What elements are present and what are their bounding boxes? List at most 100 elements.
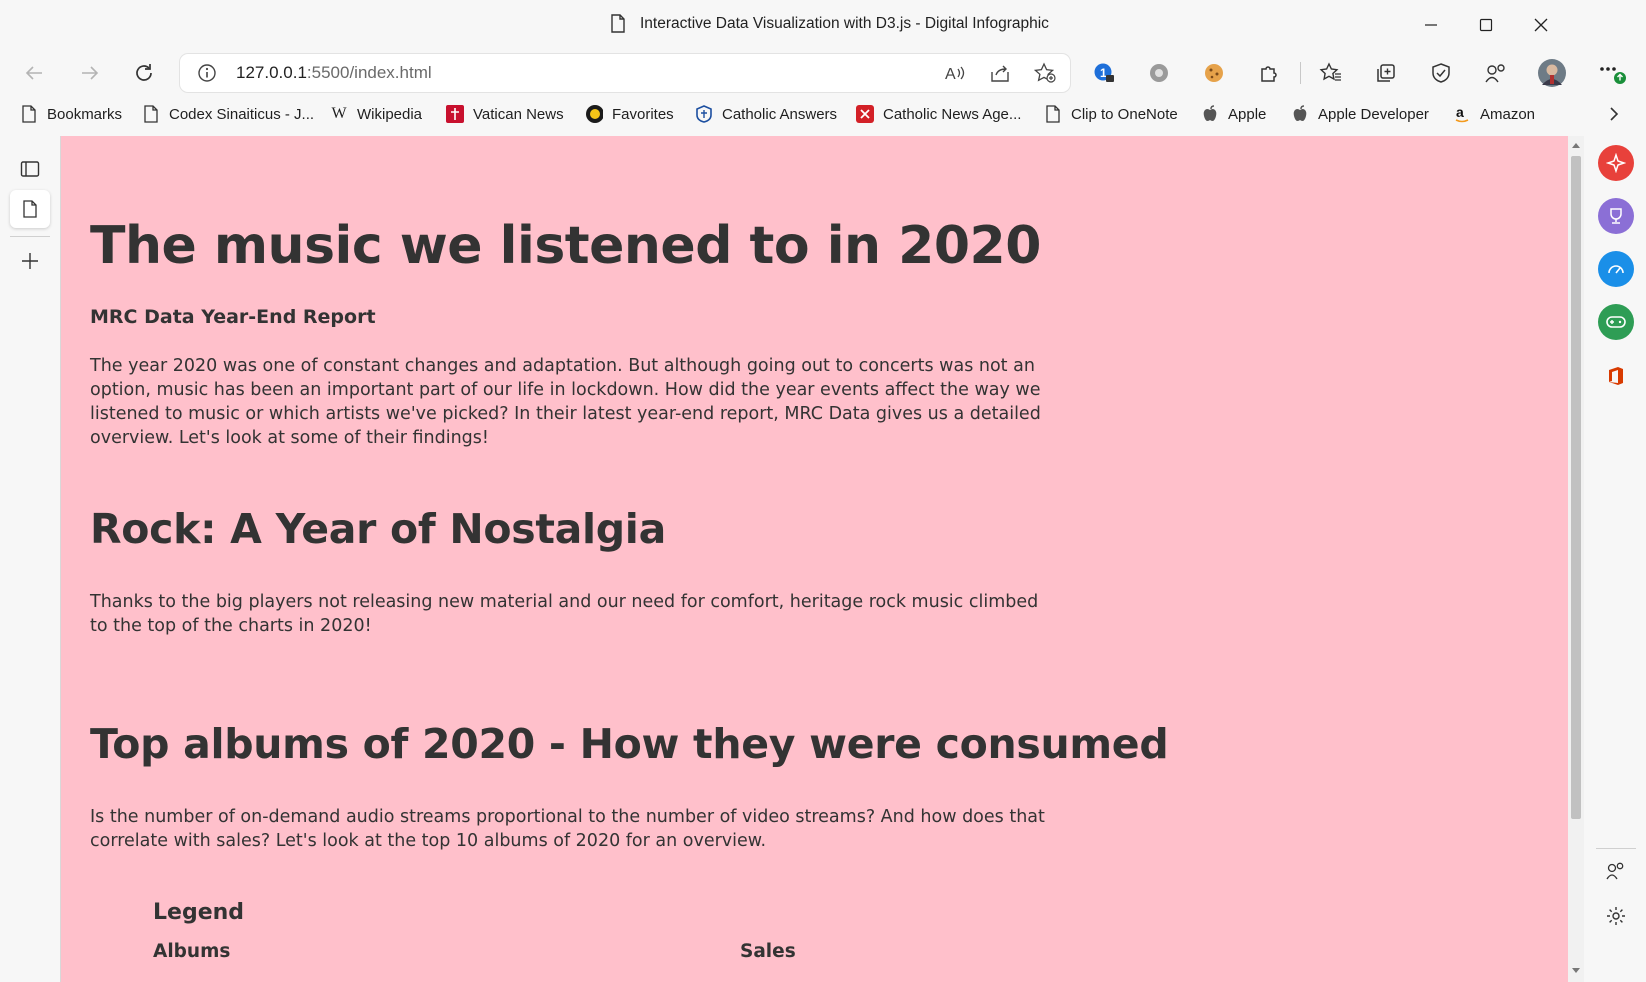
url-host: 127.0.0.1: [236, 63, 307, 82]
tab-divider: [10, 236, 50, 237]
sparkle-icon: [1606, 153, 1626, 173]
refresh-icon: [136, 64, 152, 81]
sidebar-settings-button[interactable]: [1598, 898, 1634, 934]
page-icon: [1044, 105, 1062, 123]
heart-shield-icon: [1432, 63, 1450, 83]
key-lock-icon: 1: [1094, 63, 1114, 82]
bookmark-item[interactable]: a Amazon: [1453, 101, 1535, 127]
apple-icon: [1291, 105, 1309, 123]
settings-extension-button[interactable]: [1141, 56, 1177, 90]
page-scrollbar[interactable]: [1568, 136, 1584, 982]
amazon-icon: a: [1453, 105, 1471, 123]
bookmark-label: Catholic Answers: [722, 105, 838, 123]
bookmark-item[interactable]: Apple Developer: [1291, 101, 1429, 127]
new-tab-button[interactable]: [10, 242, 50, 280]
share-button[interactable]: [985, 59, 1015, 87]
favorites-button[interactable]: [1313, 56, 1349, 90]
tab-actions-icon: [20, 161, 40, 177]
gear-extension-icon: [1150, 64, 1168, 82]
office-button[interactable]: [1598, 358, 1634, 394]
read-aloud-icon: A: [945, 66, 965, 83]
people-icon: [1606, 862, 1624, 880]
more-bookmarks-button[interactable]: [1604, 104, 1624, 124]
favorites-icon: [585, 105, 603, 123]
page-icon: [20, 105, 38, 123]
bookmark-item[interactable]: Vatican News: [446, 101, 564, 127]
more-menu-button[interactable]: [1594, 56, 1630, 90]
browser-essentials-button[interactable]: [1423, 56, 1459, 90]
forward-arrow-icon: [82, 66, 99, 80]
page-icon: [142, 105, 160, 123]
page-title: The music we listened to in 2020: [90, 216, 1041, 276]
scrollbar-thumb[interactable]: [1571, 156, 1581, 819]
bookmark-item[interactable]: Apple: [1201, 101, 1266, 127]
bookmark-label: Amazon: [1480, 105, 1536, 123]
svg-text:a: a: [1456, 105, 1464, 120]
collections-icon: [1377, 64, 1395, 82]
bookmark-label: Wikipedia: [357, 105, 423, 123]
albums-paragraph: Is the number of on-demand audio streams…: [90, 807, 1045, 851]
rewards-button[interactable]: [1598, 198, 1634, 234]
site-info-icon[interactable]: [197, 63, 217, 88]
address-bar[interactable]: 127.0.0.1:5500/index.html A: [180, 54, 1070, 92]
scroll-down-arrow[interactable]: [1571, 966, 1581, 976]
trophy-icon: [1610, 208, 1622, 224]
password-manager-button[interactable]: 1: [1086, 56, 1122, 90]
sidebar-feedback-button[interactable]: [1598, 853, 1634, 889]
close-icon: [1534, 18, 1548, 32]
copilot-button[interactable]: [1598, 145, 1634, 181]
bookmark-item[interactable]: Codex Sinaiticus - J...: [142, 101, 314, 127]
page-subtitle: MRC Data Year-End Report: [90, 306, 376, 328]
star-add-icon: [1033, 62, 1056, 83]
more-dots-icon: [1600, 67, 1626, 84]
back-arrow-icon: [25, 66, 42, 80]
albums-section-heading: Top albums of 2020 - How they were consu…: [90, 720, 1169, 768]
refresh-button[interactable]: [126, 57, 162, 89]
performance-button[interactable]: [1598, 251, 1634, 287]
minimize-button[interactable]: [1408, 10, 1454, 40]
document-icon: [611, 14, 625, 33]
bookmark-item[interactable]: W Wikipedia: [330, 101, 422, 127]
close-window-button[interactable]: [1518, 10, 1564, 40]
legend-albums-label: Albums: [153, 941, 231, 962]
scroll-up-arrow[interactable]: [1571, 140, 1581, 150]
apple-icon: [1201, 105, 1219, 123]
url-text[interactable]: 127.0.0.1:5500/index.html: [236, 63, 432, 83]
favorites-star-icon: [1319, 62, 1341, 81]
tab-actions-button[interactable]: [10, 150, 50, 188]
profile-button[interactable]: [1534, 56, 1570, 90]
catholic-answers-icon: [695, 105, 713, 123]
vatican-news-icon: [446, 105, 464, 123]
back-button[interactable]: [16, 57, 52, 89]
bookmark-label: Apple Developer: [1318, 105, 1429, 123]
bookmarks-bar: Bookmarks Codex Sinaiticus - J... W Wiki…: [0, 96, 1646, 132]
sidebar-divider: [1596, 848, 1636, 849]
read-aloud-button[interactable]: A: [940, 59, 970, 87]
bookmark-item[interactable]: Catholic News Age...: [856, 101, 1021, 127]
bookmark-label: Bookmarks: [47, 105, 123, 123]
edge-feedback-button[interactable]: [1478, 56, 1514, 90]
chevron-right-icon: [1610, 107, 1619, 121]
games-button[interactable]: [1598, 304, 1634, 340]
scroll-down-icon: [1572, 968, 1580, 973]
speedometer-icon: [1608, 265, 1624, 274]
scroll-up-icon: [1572, 143, 1580, 148]
catholic-news-icon: [856, 105, 874, 123]
maximize-button[interactable]: [1463, 10, 1509, 40]
tab-current-page[interactable]: [10, 190, 50, 228]
plus-icon: [22, 253, 38, 269]
bookmark-label: Catholic News Age...: [883, 105, 1022, 123]
extensions-button[interactable]: [1251, 56, 1287, 90]
bookmark-item[interactable]: Favorites: [585, 101, 674, 127]
bookmark-item[interactable]: Clip to OneNote: [1044, 101, 1178, 127]
avatar: [1538, 59, 1566, 87]
page-content: The music we listened to in 2020 MRC Dat…: [60, 136, 1568, 982]
forward-button[interactable]: [72, 57, 108, 89]
cookie-icon: [1205, 64, 1223, 82]
collections-button[interactable]: [1368, 56, 1404, 90]
bookmark-item[interactable]: Bookmarks: [20, 101, 122, 127]
bookmark-item[interactable]: Catholic Answers: [695, 101, 837, 127]
add-favorite-button[interactable]: [1030, 59, 1060, 87]
intro-paragraph: The year 2020 was one of constant change…: [90, 356, 1041, 448]
cookie-extension-button[interactable]: [1196, 56, 1232, 90]
